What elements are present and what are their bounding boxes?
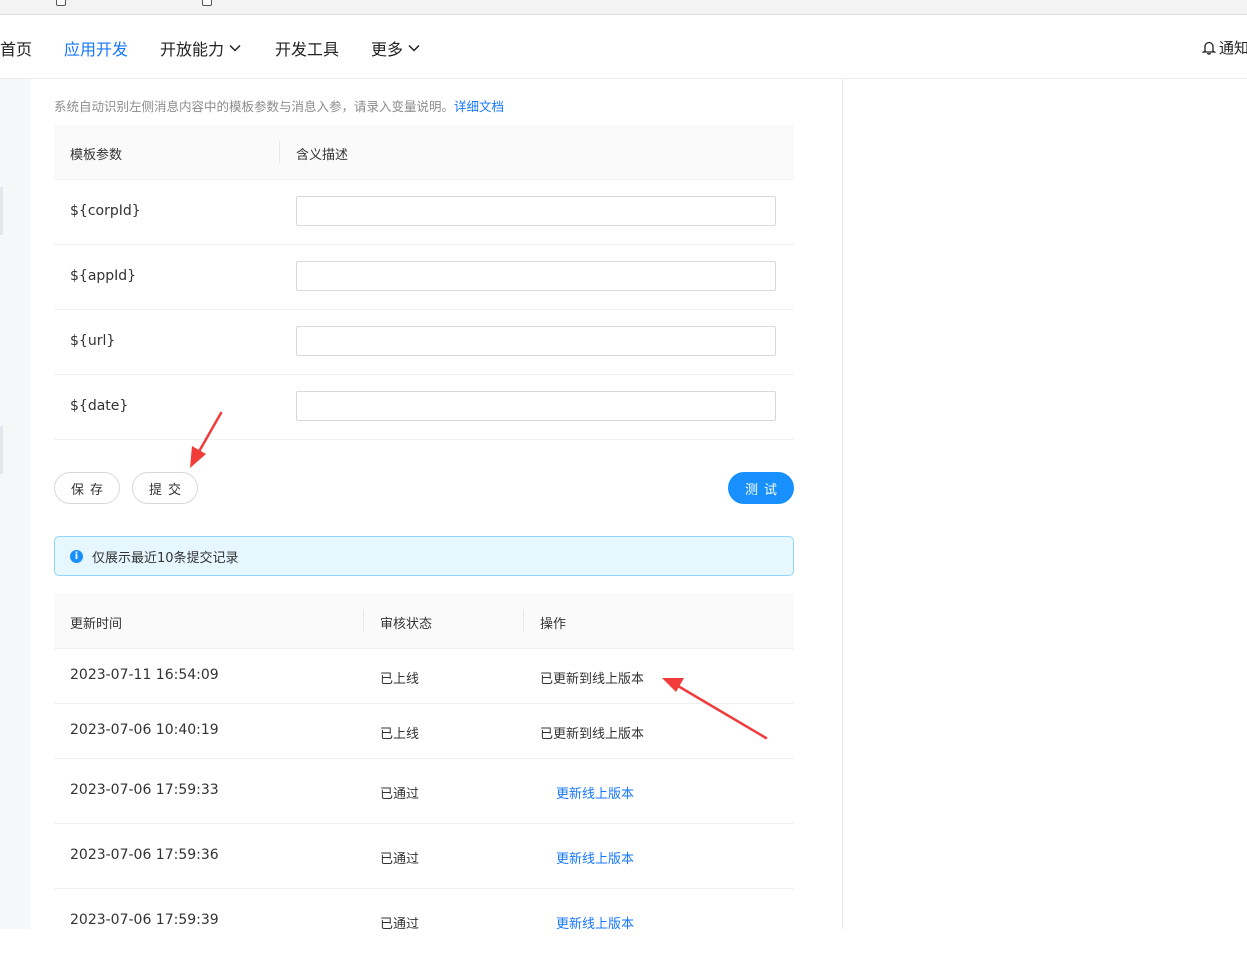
- table-row: 2023-07-06 17:59:39 已通过 更新线上版本: [54, 889, 794, 953]
- table-row: ${date}: [54, 375, 794, 440]
- submit-button[interactable]: 提交: [132, 472, 198, 504]
- info-alert: i 仅展示最近10条提交记录: [54, 536, 794, 576]
- left-sidebar: [0, 79, 30, 929]
- param-name: ${appId}: [70, 268, 137, 284]
- bookmark-icon: [56, 0, 66, 6]
- template-params-table: 模板参数 含义描述 ${corpId} ${appId} ${url} ${da…: [54, 125, 794, 440]
- notification-button[interactable]: 通知: [1202, 37, 1247, 58]
- nav-item-label: 应用开发: [64, 40, 129, 59]
- record-time: 2023-07-06 17:59:39: [70, 912, 219, 928]
- table-row: 2023-07-06 17:59:36 已通过 更新线上版本: [54, 824, 794, 889]
- column-divider: [279, 141, 280, 163]
- param-description-input[interactable]: [296, 326, 776, 356]
- column-header: 更新时间: [70, 617, 123, 632]
- record-status: 已上线: [380, 727, 420, 742]
- browser-bookmark-strip: [0, 0, 1247, 15]
- info-icon: i: [70, 549, 83, 563]
- param-name: ${date}: [70, 398, 129, 414]
- record-status: 已通过: [380, 917, 420, 932]
- table-row: 2023-07-06 17:59:33 已通过 更新线上版本: [54, 759, 794, 824]
- param-description-input[interactable]: [296, 261, 776, 291]
- chevron-down-icon: [229, 44, 241, 52]
- description-text: 系统自动识别左侧消息内容中的模板参数与消息入参，请录入变量说明。: [54, 99, 455, 114]
- record-action-text: 已更新到线上版本: [540, 672, 645, 687]
- save-button[interactable]: 保存: [54, 472, 120, 504]
- top-navigation: 首页 应用开发 开放能力 开发工具 更多 通知: [0, 15, 1247, 79]
- bell-icon: [1202, 41, 1216, 55]
- table-row: ${appId}: [54, 245, 794, 310]
- test-button[interactable]: 测试: [728, 472, 794, 504]
- param-description-input[interactable]: [296, 391, 776, 421]
- content-divider: [842, 79, 843, 929]
- alert-text: 仅展示最近10条提交记录: [92, 550, 239, 566]
- param-name: ${corpId}: [70, 203, 141, 219]
- nav-item-home[interactable]: 首页: [0, 36, 32, 60]
- nav-item-open-capability[interactable]: 开放能力: [160, 36, 242, 60]
- sidebar-marker: [0, 426, 3, 474]
- table-header: 更新时间 审核状态 操作: [54, 594, 794, 649]
- nav-item-app-dev[interactable]: 应用开发: [64, 36, 128, 60]
- record-status: 已通过: [380, 852, 420, 867]
- record-status: 已通过: [380, 787, 420, 802]
- nav-item-label: 首页: [0, 40, 33, 59]
- column-header: 模板参数: [70, 148, 123, 163]
- column-header: 含义描述: [296, 148, 349, 163]
- record-status: 已上线: [380, 672, 420, 687]
- param-description-input[interactable]: [296, 196, 776, 226]
- chevron-down-icon: [408, 44, 420, 52]
- table-row: 2023-07-06 10:40:19 已上线 已更新到线上版本: [54, 704, 794, 759]
- record-time: 2023-07-06 10:40:19: [70, 722, 219, 738]
- column-divider: [363, 610, 364, 632]
- record-action-text: 已更新到线上版本: [540, 727, 645, 742]
- nav-item-label: 开放能力: [160, 40, 225, 59]
- table-row: ${url}: [54, 310, 794, 375]
- update-online-version-link[interactable]: 更新线上版本: [556, 783, 634, 802]
- column-divider: [523, 610, 524, 632]
- update-online-version-link[interactable]: 更新线上版本: [556, 913, 634, 932]
- sidebar-marker: [0, 187, 3, 235]
- record-time: 2023-07-06 17:59:36: [70, 847, 219, 863]
- column-header: 操作: [540, 617, 567, 632]
- nav-item-dev-tools[interactable]: 开发工具: [275, 36, 339, 60]
- section-description: 系统自动识别左侧消息内容中的模板参数与消息入参，请录入变量说明。详细文档: [54, 96, 504, 115]
- record-time: 2023-07-11 16:54:09: [70, 667, 219, 683]
- submission-records-table: 更新时间 审核状态 操作 2023-07-11 16:54:09 已上线 已更新…: [54, 594, 794, 953]
- table-row: ${corpId}: [54, 180, 794, 245]
- nav-item-more[interactable]: 更多: [371, 36, 421, 60]
- notification-label: 通知: [1219, 39, 1247, 57]
- doc-link[interactable]: 详细文档: [454, 99, 504, 114]
- nav-item-label: 更多: [371, 40, 404, 59]
- record-time: 2023-07-06 17:59:33: [70, 782, 219, 798]
- table-header: 模板参数 含义描述: [54, 125, 794, 180]
- param-name: ${url}: [70, 333, 116, 349]
- bookmark-icon: [202, 0, 212, 6]
- nav-item-label: 开发工具: [275, 40, 340, 59]
- table-row: 2023-07-11 16:54:09 已上线 已更新到线上版本: [54, 649, 794, 704]
- column-header: 审核状态: [380, 617, 433, 632]
- update-online-version-link[interactable]: 更新线上版本: [556, 848, 634, 867]
